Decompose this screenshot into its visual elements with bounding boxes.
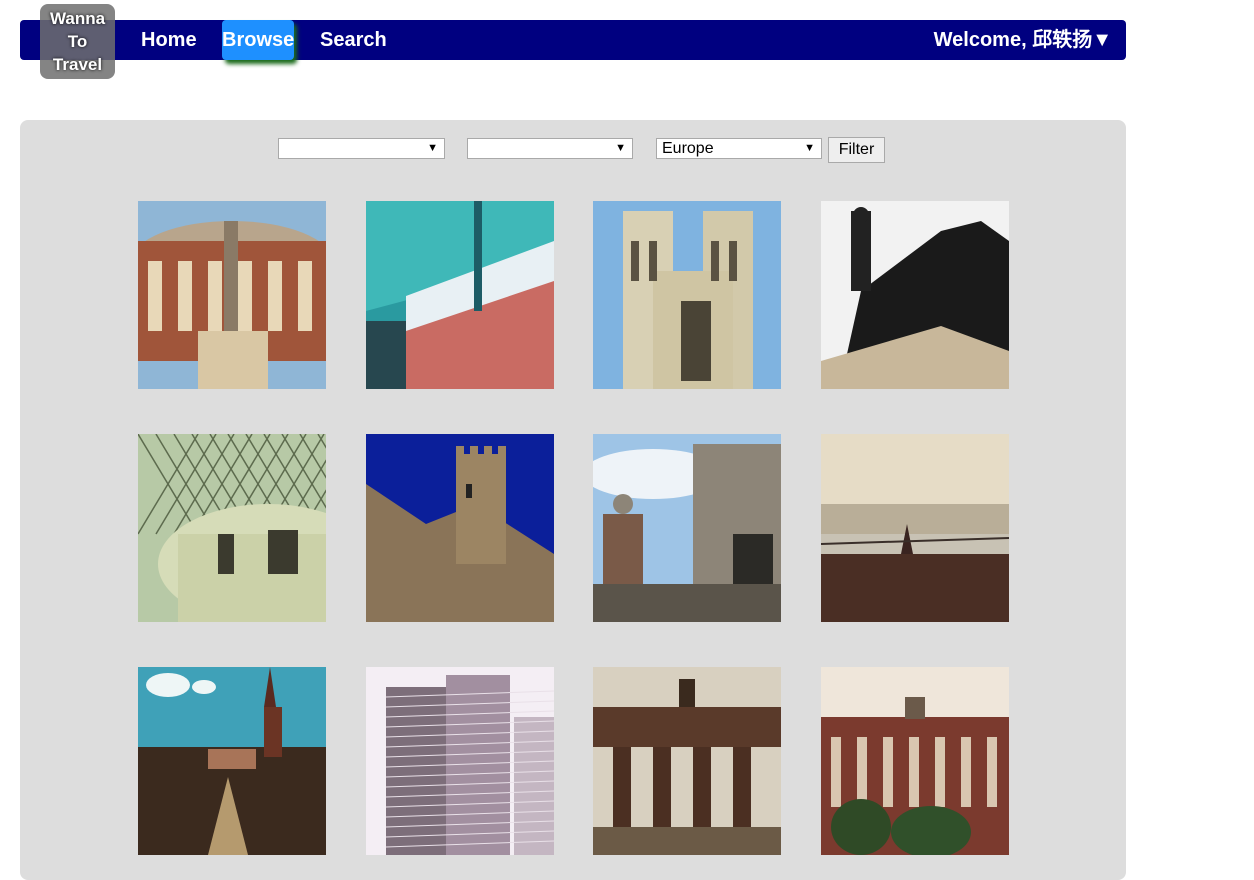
- photo-image: [366, 667, 554, 855]
- filter-button[interactable]: Filter: [828, 137, 885, 163]
- photo-image: [821, 201, 1009, 389]
- logo-line-2: To: [67, 32, 88, 51]
- photo-image: [138, 201, 326, 389]
- dropdown-arrow-icon: ▼: [615, 142, 626, 154]
- browse-panel: ▼ ▼ Europe ▼ Filter: [20, 120, 1126, 880]
- top-navbar: Home Browse Search Welcome, 邱轶扬▼: [20, 20, 1126, 60]
- photo-image: [593, 434, 781, 622]
- photo-thumbnail-quadriga-statue[interactable]: [821, 201, 1009, 389]
- photo-image: [593, 201, 781, 389]
- dropdown-arrow-icon: ▼: [804, 142, 815, 154]
- site-logo[interactable]: Wanna To Travel: [40, 4, 115, 79]
- region-select[interactable]: Europe ▼: [656, 138, 822, 159]
- region-select-value: Europe: [662, 140, 714, 157]
- photo-thumbnail-castle-gate[interactable]: [593, 434, 781, 622]
- user-welcome-menu[interactable]: Welcome, 邱轶扬▼: [934, 20, 1112, 60]
- dropdown-arrow-icon: ▼: [427, 142, 438, 154]
- photo-thumbnail-city-river-view[interactable]: [821, 434, 1009, 622]
- photo-image: [366, 201, 554, 389]
- photo-image: [593, 667, 781, 855]
- photo-image: [366, 434, 554, 622]
- photo-thumbnail-british-museum-court[interactable]: [138, 434, 326, 622]
- photo-image: [138, 667, 326, 855]
- logo-line-1: Wanna: [49, 9, 106, 28]
- logo-line-3: Travel: [52, 55, 103, 74]
- photo-image: [821, 667, 1009, 855]
- photo-thumbnail-royal-albert-hall[interactable]: [138, 201, 326, 389]
- photo-thumbnail-brandenburg-gate[interactable]: [593, 667, 781, 855]
- photo-thumbnail-church-garden[interactable]: [138, 667, 326, 855]
- photo-thumbnail-castle-battlements[interactable]: [366, 434, 554, 622]
- nav-search-link[interactable]: Search: [320, 20, 387, 60]
- photo-thumbnail-westminster-abbey[interactable]: [593, 201, 781, 389]
- filter-select-2[interactable]: ▼: [467, 138, 633, 159]
- photo-thumbnail-glass-towers[interactable]: [366, 667, 554, 855]
- photo-image: [821, 434, 1009, 622]
- photo-thumbnail-museum-facade[interactable]: [821, 667, 1009, 855]
- photo-thumbnail-arsenal-stadium[interactable]: [366, 201, 554, 389]
- nav-browse-link[interactable]: Browse: [222, 20, 294, 60]
- filter-select-1[interactable]: ▼: [278, 138, 445, 159]
- nav-home-link[interactable]: Home: [141, 20, 197, 60]
- photo-image: [138, 434, 326, 622]
